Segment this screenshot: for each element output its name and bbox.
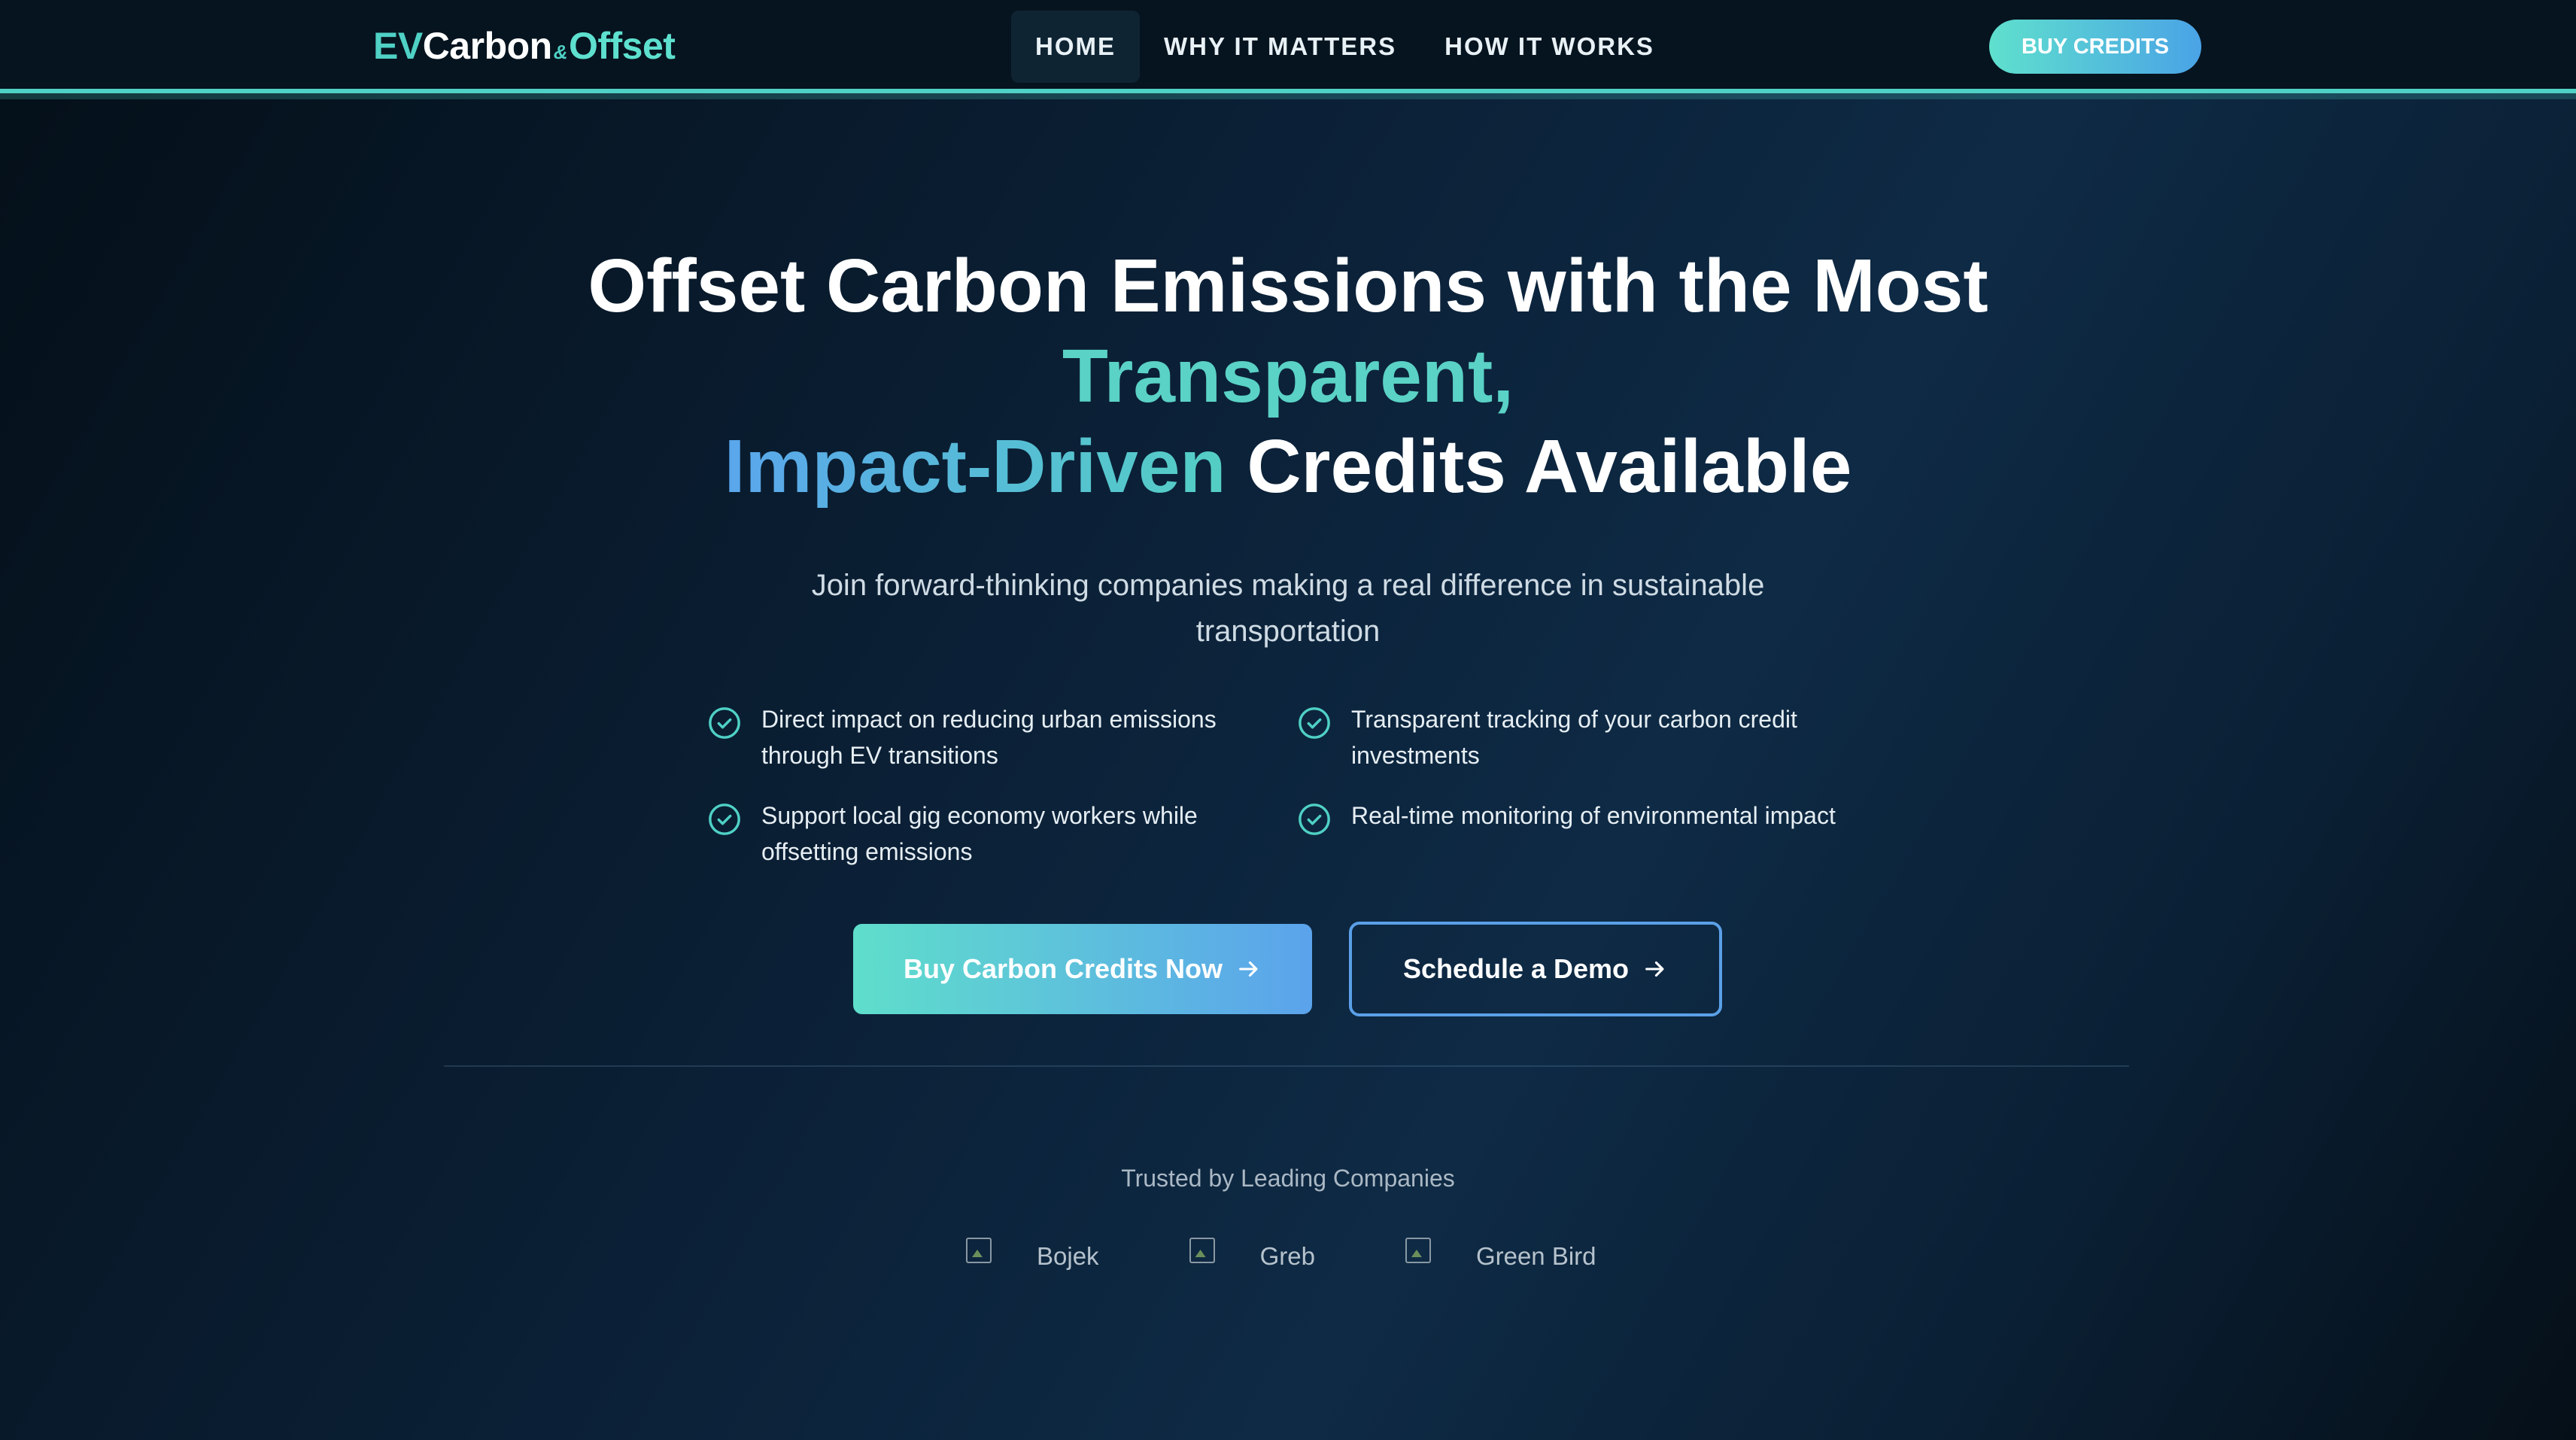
main-nav: HOME WHY IT MATTERS HOW IT WORKS — [1011, 11, 1678, 83]
feature-item: Real-time monitoring of environmental im… — [1297, 797, 1881, 870]
feature-text: Support local gig economy workers while … — [761, 802, 1198, 865]
nav-link-how-it-works[interactable]: HOW IT WORKS — [1420, 11, 1678, 83]
feature-text: Direct impact on reducing urban emission… — [761, 706, 1217, 769]
feature-list: Direct impact on reducing urban emission… — [707, 701, 1881, 870]
logo-ev: EV — [373, 25, 423, 67]
company-logo-bojek: Bojek — [966, 1234, 1099, 1279]
hero-title-highlight-transparent: Transparent, — [1062, 334, 1514, 418]
company-logo-greb: Greb — [1189, 1234, 1315, 1279]
site-logo[interactable]: EV Carbon & Offset — [373, 24, 676, 69]
company-logos: Bojek Greb Green Bird — [966, 1234, 1687, 1279]
section-divider — [444, 1065, 2129, 1067]
nav-link-home[interactable]: HOME — [1011, 11, 1140, 83]
feature-item: Support local gig economy workers while … — [707, 797, 1297, 870]
broken-image-icon — [966, 1238, 992, 1263]
company-name: Green Bird — [1475, 1242, 1596, 1270]
logo-offset: Offset — [568, 25, 676, 67]
logo-carbon: Carbon — [422, 25, 553, 67]
check-circle-icon — [709, 804, 740, 835]
buy-carbon-credits-button[interactable]: Buy Carbon Credits Now — [853, 924, 1312, 1014]
company-name: Greb — [1259, 1242, 1315, 1270]
feature-text: Real-time monitoring of environmental im… — [1351, 802, 1836, 829]
buy-credits-button[interactable]: BUY CREDITS — [1989, 20, 2201, 74]
hero-title-line3: Credits Available — [1226, 424, 1852, 509]
broken-image-icon — [1405, 1238, 1431, 1263]
hero-title-line1: Offset Carbon Emissions with the Most — [588, 244, 1988, 328]
schedule-demo-label: Schedule a Demo — [1402, 953, 1630, 984]
feature-text: Transparent tracking of your carbon cred… — [1351, 706, 1797, 769]
nav-link-why-it-matters[interactable]: WHY IT MATTERS — [1140, 11, 1420, 83]
feature-item: Transparent tracking of your carbon cred… — [1297, 701, 1881, 773]
hero-subtitle: Join forward-thinking companies making a… — [811, 569, 1765, 648]
company-name: Bojek — [1037, 1242, 1099, 1270]
hero-title: Offset Carbon Emissions with the Most Tr… — [0, 241, 2576, 512]
broken-image-icon — [1189, 1238, 1215, 1263]
landing-page: EV Carbon & Offset HOME WHY IT MATTERS H… — [0, 0, 2576, 1440]
trusted-heading: Trusted by Leading Companies — [1121, 1165, 1455, 1192]
logo-ampersand: & — [553, 41, 568, 63]
check-circle-icon — [1299, 707, 1330, 739]
top-navbar: EV Carbon & Offset HOME WHY IT MATTERS H… — [0, 0, 2576, 93]
arrow-right-icon — [1645, 961, 1664, 977]
company-logo-green-bird: Green Bird — [1405, 1234, 1596, 1279]
schedule-demo-button[interactable]: Schedule a Demo — [1349, 922, 1722, 1016]
check-circle-icon — [709, 707, 740, 739]
check-circle-icon — [1299, 804, 1330, 835]
hero-title-highlight-impact: Impact-Driven — [724, 424, 1226, 509]
feature-item: Direct impact on reducing urban emission… — [707, 701, 1297, 773]
buy-carbon-credits-label: Buy Carbon Credits Now — [903, 953, 1223, 984]
arrow-right-icon — [1239, 961, 1258, 977]
